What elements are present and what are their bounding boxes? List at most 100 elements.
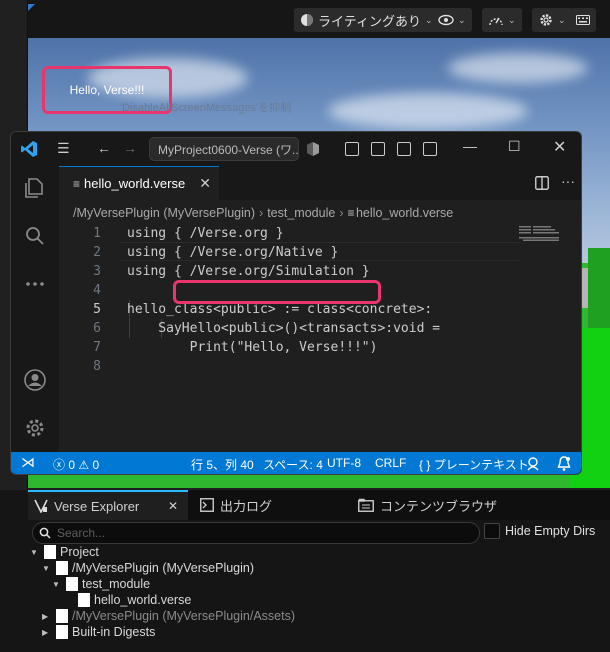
line-number: 4 — [93, 283, 101, 298]
content-browser-icon — [358, 498, 374, 512]
tree-item-test-module[interactable]: ▼ test_module — [52, 577, 150, 591]
verse-explorer-icon — [34, 499, 48, 513]
collapsed-arrow-icon[interactable]: ▶ — [42, 612, 52, 621]
code-line[interactable]: 3 using { /Verse.org/Simulation } — [59, 262, 581, 281]
expanded-arrow-icon[interactable]: ▼ — [30, 548, 40, 557]
code-line[interactable]: 6 SayHello<public>()<transacts>:void = — [59, 319, 581, 338]
folder-icon — [56, 609, 68, 623]
code-line[interactable]: 7 Print("Hello, Verse!!!") — [59, 338, 581, 357]
output-log-icon — [200, 498, 214, 512]
close-tab-icon[interactable]: ✕ — [199, 175, 211, 192]
warning-count: 0 — [92, 458, 100, 472]
warning-icon: ⚠ — [78, 458, 90, 472]
vscode-window[interactable]: ☰ ← → MyProject0600-Verse (ワ... — ☐ ✕ ≡ … — [10, 131, 582, 475]
manage-gear-icon[interactable] — [23, 416, 47, 440]
window-title: MyProject0600-Verse (ワ... — [158, 142, 299, 157]
tab-content-browser[interactable]: コンテンツブラウザ — [352, 490, 497, 520]
code-text: SayHello<public>()<transacts>:void = — [127, 321, 441, 336]
tab-output-log[interactable]: 出力ログ — [194, 490, 272, 520]
feedback-icon[interactable] — [525, 456, 541, 472]
breadcrumb: /MyVersePlugin (MyVersePlugin) › test_modu… — [73, 206, 454, 220]
tree-item-hello-world-verse[interactable]: hello_world.verse — [78, 593, 191, 607]
folder-icon — [56, 561, 68, 575]
notifications-bell-icon[interactable] — [557, 456, 571, 472]
expanded-arrow-icon[interactable]: ▼ — [42, 564, 52, 573]
code-text: using { /Verse.org/Simulation } — [127, 264, 370, 279]
tree-item-plugin-assets[interactable]: ▶ /MyVersePlugin (MyVersePlugin/Assets) — [42, 609, 295, 623]
eol-status[interactable]: CRLF — [375, 456, 406, 470]
performance-menu-button[interactable]: ⌄ — [482, 8, 522, 32]
minimap[interactable] — [519, 226, 569, 242]
layout-panels-icon[interactable] — [345, 142, 359, 156]
hide-empty-dirs-toggle[interactable]: Hide Empty Dirs — [484, 523, 595, 539]
code-text: using { /Verse.org } — [127, 226, 284, 241]
settings-menu-button[interactable]: ⌄ — [532, 8, 572, 32]
line-number: 7 — [93, 340, 101, 355]
code-line[interactable]: 2 using { /Verse.org/Native } — [59, 243, 581, 262]
disable-messages-notice: 'DisableAllScreenMessages'を抑制 — [120, 102, 292, 114]
tree-item-builtin-digests[interactable]: ▶ Built-in Digests — [42, 625, 155, 639]
back-arrow-icon[interactable]: ← — [97, 140, 111, 156]
minimize-icon[interactable]: — — [463, 138, 477, 154]
tree-item-project[interactable]: ▼ Project — [30, 545, 99, 559]
breadcrumb-module[interactable]: test_module — [267, 206, 335, 220]
remote-connection-icon[interactable]: ⋊ — [21, 454, 35, 471]
search-icon[interactable] — [23, 224, 47, 248]
command-center-search[interactable]: MyProject0600-Verse (ワ... — [149, 137, 299, 161]
braces-icon: { } — [419, 458, 431, 472]
tree-item-label: Built-in Digests — [72, 625, 156, 639]
hello-screen-message: Hello, Verse!!! — [69, 83, 145, 97]
toggle-secondary-sidebar-icon[interactable] — [423, 142, 437, 156]
language-label: プレーンテキスト — [433, 458, 529, 472]
expanded-arrow-icon[interactable]: ▼ — [52, 580, 62, 589]
viewport-options-button[interactable] — [570, 8, 596, 32]
hide-empty-dirs-checkbox[interactable] — [484, 523, 500, 539]
cloud — [448, 53, 588, 83]
tab-hello-world-verse[interactable]: ≡ hello_world.verse ✕ — [59, 166, 219, 200]
gear-icon — [540, 14, 552, 26]
cursor-position[interactable]: 行 5、列 40 — [191, 456, 254, 473]
indentation-status[interactable]: スペース: 4 — [263, 456, 323, 473]
editor-tabs: ≡ hello_world.verse ✕ ··· — [59, 166, 581, 200]
code-line[interactable]: 1 using { /Verse.org } — [59, 224, 581, 243]
explorer-files-icon[interactable] — [23, 176, 47, 200]
account-icon[interactable] — [23, 368, 47, 392]
left-panel-strip — [0, 490, 28, 652]
show-menu-button[interactable]: ⌄ — [432, 8, 472, 32]
menu-icon[interactable]: ☰ — [57, 140, 70, 157]
problems-status[interactable]: ⓧ 0 ⚠ 0 — [53, 456, 99, 473]
chevron-down-icon: ⌄ — [508, 14, 516, 25]
split-editor-icon[interactable] — [535, 176, 549, 190]
viewport-toolbar: ライティングあり ⌄ ⌄ ⌄ ⌄ — [28, 0, 610, 38]
code-line[interactable]: 8 — [59, 357, 581, 376]
close-icon[interactable]: ✕ — [553, 137, 566, 157]
collapsed-arrow-icon[interactable]: ▶ — [42, 628, 52, 637]
tree-item-plugin[interactable]: ▼ /MyVersePlugin (MyVersePlugin) — [42, 561, 254, 575]
toggle-sidebar-icon[interactable] — [371, 142, 385, 156]
forward-arrow-icon[interactable]: → — [123, 140, 137, 156]
search-placeholder: Search... — [57, 526, 106, 540]
tree-item-label: Project — [60, 545, 99, 559]
file-lines-icon: ≡ — [73, 176, 80, 191]
more-actions-icon[interactable]: ··· — [561, 173, 575, 189]
encoding-status[interactable]: UTF-8 — [327, 456, 361, 470]
line-number: 8 — [93, 359, 101, 374]
activity-bar — [11, 166, 59, 452]
editor-area[interactable]: ≡ hello_world.verse ✕ ··· /MyVersePlugin… — [59, 166, 581, 452]
breadcrumb-file[interactable]: hello_world.verse — [356, 206, 453, 220]
close-tab-icon[interactable]: ✕ — [168, 499, 178, 513]
tree-item-label: /MyVersePlugin (MyVersePlugin/Assets) — [72, 609, 296, 623]
toggle-panel-icon[interactable] — [397, 142, 411, 156]
maximize-icon[interactable]: ☐ — [508, 138, 521, 155]
file-icon — [78, 593, 90, 607]
code-text: using { /Verse.org/Native } — [127, 245, 339, 260]
more-icon[interactable] — [23, 272, 47, 296]
language-mode[interactable]: { } プレーンテキスト — [419, 456, 529, 473]
search-input[interactable]: Search... — [32, 522, 480, 544]
line-number: 1 — [93, 226, 101, 241]
tab-verse-explorer[interactable]: Verse Explorer ✕ — [28, 490, 188, 520]
breadcrumb-plugin[interactable]: /MyVersePlugin (MyVersePlugin) — [73, 206, 255, 220]
vscode-logo-icon — [21, 141, 37, 157]
lighting-mode-button[interactable]: ライティングあり ⌄ — [294, 8, 439, 32]
copilot-icon[interactable] — [305, 141, 321, 157]
